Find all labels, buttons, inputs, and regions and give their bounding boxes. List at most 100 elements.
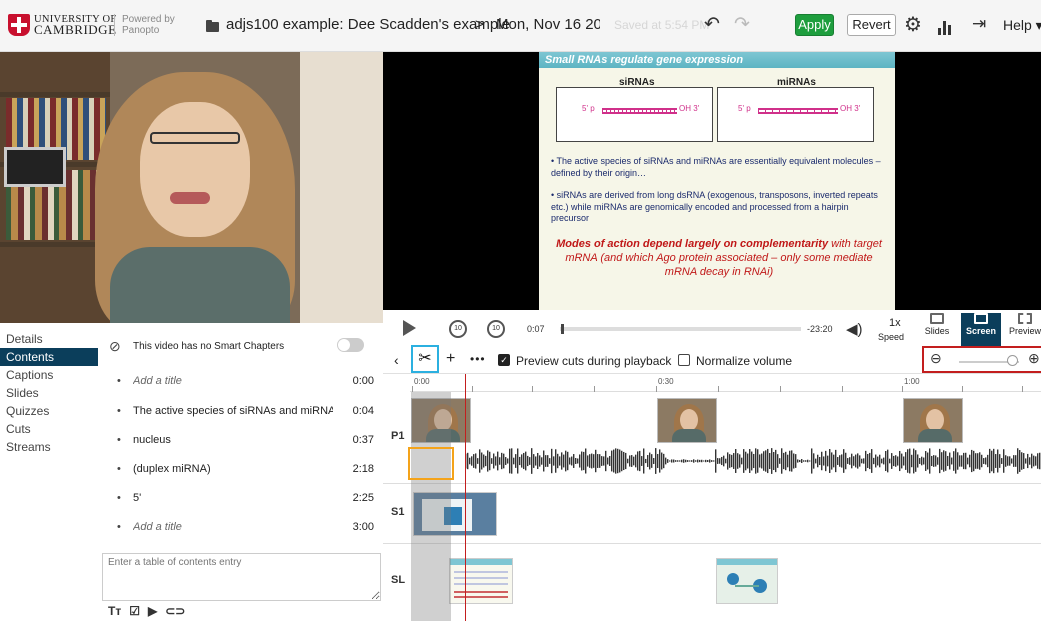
add-icon[interactable]: + xyxy=(446,350,455,368)
folder-icon[interactable] xyxy=(206,20,219,32)
waveform-bar xyxy=(541,457,543,465)
waveform-bar xyxy=(635,454,637,468)
link-icon[interactable]: ⊂⊃ xyxy=(165,604,185,618)
apply-button[interactable]: Apply xyxy=(795,14,834,36)
waveform-bar xyxy=(889,458,891,464)
selected-segment[interactable] xyxy=(408,447,454,480)
waveform-bar xyxy=(1029,457,1031,465)
revert-button[interactable]: Revert xyxy=(847,14,896,36)
tab-slides[interactable]: Slides xyxy=(0,384,98,402)
waveform-bar xyxy=(555,449,557,473)
play-icon[interactable] xyxy=(403,320,416,336)
tab-cuts[interactable]: Cuts xyxy=(0,420,98,438)
zoom-in-icon[interactable]: ⊕ xyxy=(1028,350,1040,367)
speed-label[interactable]: Speed xyxy=(878,332,904,342)
waveform-bar xyxy=(769,453,771,469)
mirna-diagram: 5' p OH 3' xyxy=(717,87,874,142)
quiz-icon[interactable]: ☑ xyxy=(129,604,140,618)
toc-entry-title[interactable]: (duplex miRNA) xyxy=(133,457,333,481)
skip-back-icon[interactable]: 10 xyxy=(449,320,467,338)
waveform-bar xyxy=(719,458,721,464)
waveform-bar xyxy=(961,455,963,467)
mode-screen-button[interactable]: Screen xyxy=(961,313,1001,347)
scissors-cut-icon[interactable]: ✂ xyxy=(411,345,439,373)
waveform-bar xyxy=(693,459,695,463)
waveform-bar xyxy=(901,453,903,469)
skip-forward-icon[interactable]: 10 xyxy=(487,320,505,338)
waveform-bar xyxy=(977,453,979,469)
toc-entry[interactable]: • Add a title 0:00 xyxy=(100,369,383,393)
waveform-bar xyxy=(867,453,869,469)
volume-icon[interactable]: ◀) xyxy=(846,320,863,338)
toc-entry[interactable]: • (duplex miRNA) 2:18 xyxy=(100,457,383,481)
timeline-ruler[interactable]: 0:00 0:30 1:00 xyxy=(410,374,1041,392)
more-options-icon[interactable]: ••• xyxy=(470,352,486,366)
waveform-bar xyxy=(833,454,835,468)
toc-entry-title[interactable]: 5' xyxy=(133,486,333,510)
timeline-lane-slides[interactable]: SL xyxy=(383,544,1041,621)
waveform-bar xyxy=(547,455,549,467)
playhead[interactable] xyxy=(465,374,466,621)
redo-icon[interactable]: ↷ xyxy=(734,13,750,36)
exit-icon[interactable]: ⇥ xyxy=(972,14,986,34)
toc-entry-title[interactable]: nucleus xyxy=(133,428,333,452)
waveform-bar xyxy=(495,456,497,466)
settings-gear-icon[interactable]: ⚙ xyxy=(904,12,922,37)
waveform-bar xyxy=(599,454,601,468)
toc-entry-input[interactable] xyxy=(102,553,381,601)
undo-icon[interactable]: ↶ xyxy=(704,13,720,36)
toc-entry-title[interactable]: Add a title xyxy=(133,515,333,539)
waveform-bar xyxy=(715,449,717,473)
waveform-bar xyxy=(623,451,625,471)
statistics-icon[interactable] xyxy=(938,21,952,35)
waveform-bar xyxy=(695,460,697,462)
presenter-video[interactable] xyxy=(0,52,383,323)
waveform-bar xyxy=(927,452,929,470)
smart-chapters-toggle[interactable] xyxy=(337,338,364,352)
preview-cuts-checkbox[interactable]: ✓ xyxy=(498,354,510,366)
normalize-volume-label[interactable]: Normalize volume xyxy=(696,354,792,368)
three-prime-label: OH 3' xyxy=(840,104,861,113)
waveform-bar xyxy=(467,452,469,470)
mode-slides-button[interactable]: Slides xyxy=(918,313,956,347)
tab-details[interactable]: Details xyxy=(0,330,98,348)
zoom-out-icon[interactable]: ⊖ xyxy=(930,350,942,367)
toc-entry-time: 3:00 xyxy=(352,521,374,533)
tab-streams[interactable]: Streams xyxy=(0,438,98,456)
toc-entry-title[interactable]: Add a title xyxy=(133,369,333,393)
waveform-bar xyxy=(847,458,849,464)
scrub-handle[interactable] xyxy=(561,324,565,334)
chevron-left-icon[interactable]: ‹ xyxy=(394,352,399,368)
video-icon[interactable]: ▶ xyxy=(148,604,157,618)
waveform-bar xyxy=(529,457,531,465)
waveform-bar xyxy=(841,454,843,468)
toc-entry[interactable]: • Add a title 3:00 xyxy=(100,515,383,539)
waveform-bar xyxy=(733,453,735,469)
waveform-bar xyxy=(809,460,811,462)
waveform-bar xyxy=(763,451,765,471)
normalize-volume-checkbox[interactable] xyxy=(678,354,690,366)
tab-captions[interactable]: Captions xyxy=(0,366,98,384)
toc-entry-title[interactable]: The active species of siRNAs and miRNAs xyxy=(133,399,333,423)
toc-entry[interactable]: • The active species of siRNAs and miRNA… xyxy=(100,399,383,423)
scrub-bar[interactable] xyxy=(560,327,801,331)
tab-quizzes[interactable]: Quizzes xyxy=(0,402,98,420)
text-format-icon[interactable]: Tт xyxy=(108,604,121,618)
zoom-slider-handle[interactable] xyxy=(1007,355,1018,366)
waveform-bar xyxy=(741,457,743,465)
tab-contents[interactable]: Contents xyxy=(0,348,98,366)
session-date[interactable]: Mon, Nov 16 2020 xyxy=(496,16,600,33)
timeline-lane-secondary[interactable]: S1 xyxy=(383,484,1041,544)
waveform-bar xyxy=(481,452,483,470)
cut-region[interactable] xyxy=(411,392,451,621)
mode-preview-button[interactable]: Preview xyxy=(1005,313,1041,347)
toc-entry[interactable]: • 5' 2:25 xyxy=(100,486,383,510)
waveform-bar xyxy=(537,452,539,470)
help-menu[interactable]: Help ▾ xyxy=(1003,17,1041,34)
session-title[interactable]: adjs100 example: Dee Scadden's example xyxy=(226,16,510,33)
waveform-bar xyxy=(721,456,723,466)
preview-cuts-label[interactable]: Preview cuts during playback xyxy=(516,354,671,368)
speed-value[interactable]: 1x xyxy=(889,317,901,329)
audio-waveform[interactable] xyxy=(465,446,1041,476)
toc-entry[interactable]: • nucleus 0:37 xyxy=(100,428,383,452)
